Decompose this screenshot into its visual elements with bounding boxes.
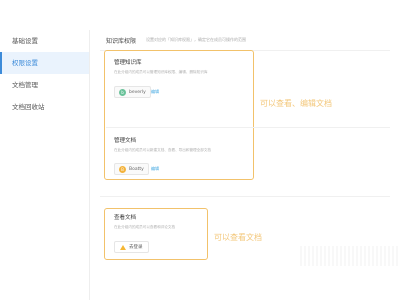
page-description: 设置对应的「知识库权限」，确定它在成员可操作的范围 [146,37,246,42]
panel-divider [106,127,390,128]
sidebar-item-recycle-bin[interactable]: 文档回收站 [0,96,89,118]
avatar: B [119,165,126,173]
avatar: b [119,88,126,96]
sidebar-item-basic-settings[interactable]: 基础设置 [0,30,89,52]
member-name: beverly [129,89,146,95]
panel-title: 管理文档 [114,138,137,144]
panel-description: 在此分组内的成员可以查看和评论文档 [114,225,176,229]
sidebar: 基础设置 权限设置 文档管理 文档回收站 [0,30,90,300]
annotation-view-hint: 可以查看文档 [214,233,262,242]
panel-description: 在此分组内的成员可以新建文档、查看、导出和管理全部文档 [114,148,212,152]
member-name: Boatty [129,166,144,172]
panel-description: 在此分组内的成员可以管理知识库权限、编辑、删除知识库 [114,70,208,74]
decorative-pattern [300,246,400,266]
app-root: 基础设置 权限设置 文档管理 文档回收站 知识库权限 设置对应的「知识库权限」，… [0,0,400,300]
annotation-edit-hint: 可以查看、编辑文档 [260,99,332,108]
login-button[interactable]: 去登录 [114,241,149,253]
member-chip[interactable]: B Boatty [114,163,149,175]
panel-view-docs: 查看文档 在此分组内的成员可以查看和评论文档 [114,213,175,230]
sidebar-item-permission-settings[interactable]: 权限设置 [0,52,89,74]
login-button-label: 去登录 [129,245,143,250]
warning-icon [120,244,126,250]
section-header: 知识库权限 设置对应的「知识库权限」，确定它在成员可操作的范围 [100,34,390,48]
panel-manage-docs: 管理文档 在此分组内的成员可以新建文档、查看、导出和管理全部文档 [114,136,211,153]
section-divider [100,196,390,197]
panel-manage-kb: 管理知识库 在此分组内的成员可以管理知识库权限、编辑、删除知识库 [114,58,207,75]
page-title: 知识库权限 [106,38,137,45]
panel-title: 查看文档 [114,215,137,221]
sidebar-item-document-management[interactable]: 文档管理 [0,74,89,96]
member-chip[interactable]: b beverly [114,86,151,98]
edit-link[interactable]: 编辑 [151,166,159,172]
edit-link[interactable]: 编辑 [151,89,159,95]
panel-title: 管理知识库 [114,60,142,66]
